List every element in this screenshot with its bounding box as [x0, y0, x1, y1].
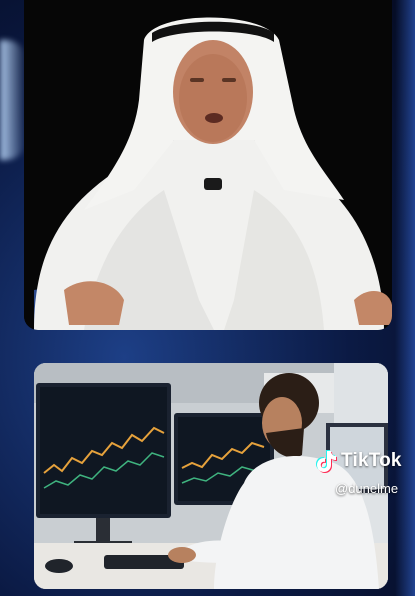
edge-glow	[395, 0, 415, 596]
speaker-illustration	[24, 0, 392, 330]
light-glare	[0, 40, 26, 160]
tiktok-note-icon	[316, 450, 337, 473]
tiktok-brand-label: TikTok	[341, 450, 402, 471]
tiktok-handle-label: @dunelme	[335, 481, 399, 496]
video-frame: TikTok @dunelme	[0, 0, 415, 596]
top-video-clip	[24, 0, 392, 330]
tiktok-watermark: TikTok @dunelme	[313, 448, 413, 500]
